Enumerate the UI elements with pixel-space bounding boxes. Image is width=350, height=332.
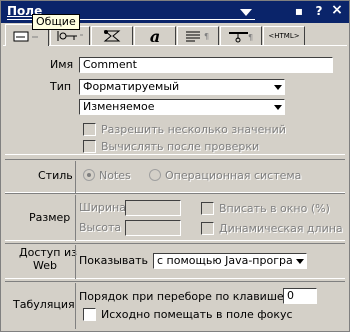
web-access-label-web: Web [33,259,57,272]
advanced-icon [103,30,121,42]
properties-window: Поле ▪ ? × Общие a ¶ ¶ <HTML> Имя Commen… [0,0,350,332]
help-button[interactable]: ? [313,4,325,20]
compute-after-checkbox[interactable] [83,140,96,153]
tab-advanced[interactable] [91,26,133,45]
height-label: Высота [79,221,122,234]
dynamic-length-checkbox[interactable] [201,222,214,235]
tab-html-label: <HTML> [268,32,300,40]
tab-order-label: Порядок при переборе по клавише Tab [79,290,306,303]
close-button[interactable]: × [331,2,343,18]
allow-multiple-label: Разрешить несколько значений [101,123,286,136]
tab-order-input[interactable]: 0 [283,288,317,304]
object-dropdown-icon[interactable] [236,7,256,19]
editable-select-value: Изменяемое [83,100,155,113]
compute-after-label: Вычислять после проверки [101,140,260,153]
width-label: Ширина [79,201,126,214]
basics-section: Имя Comment Тип Форматируемый Изменяемое… [5,51,345,155]
restore-button[interactable]: ▪ [293,4,305,20]
paragraph-alignment-icon: ¶ [186,31,209,42]
dynamic-length-label: Динамическая длина [219,222,343,235]
svg-text:¶: ¶ [248,33,253,42]
notes-radio[interactable] [83,169,95,181]
editable-select[interactable]: Изменяемое [79,99,285,115]
height-input[interactable] [125,220,181,236]
name-input[interactable]: Comment [79,57,333,73]
allow-multiple-checkbox[interactable] [83,123,96,136]
name-label: Имя [50,58,74,71]
width-input[interactable] [125,200,181,216]
tab-hide-when[interactable]: ¶ [220,26,262,45]
tab-paragraph[interactable]: ¶ [177,26,219,45]
tab-font[interactable]: a [134,26,176,46]
size-section: Размер Ширина Высота Вписать в окно (%) … [5,193,345,241]
chevron-down-icon [293,254,306,268]
hide-when-icon: ¶ [229,32,253,43]
tabbing-section: Табуляция Порядок при переборе по клавиш… [5,281,345,329]
web-display-select[interactable]: с помощью Java-програм [153,253,307,269]
tab-html[interactable]: <HTML> [263,26,305,45]
tooltip: Общие [32,14,80,30]
show-label: Показывать [79,254,149,267]
type-select[interactable]: Форматируемый [79,79,285,95]
field-options-icon [57,31,83,41]
style-label: Стиль [38,169,73,182]
web-access-label: Доступ из [19,246,77,259]
fit-window-label: Вписать в окно (%) [219,202,330,215]
style-section: Стиль Notes Операционная система [5,159,345,193]
svg-text:¶: ¶ [204,32,209,41]
chevron-down-icon [271,80,284,94]
tabbing-label: Табуляция [13,298,75,311]
size-label: Размер [29,211,71,224]
os-radio[interactable] [149,169,161,181]
initial-focus-checkbox[interactable] [83,308,96,321]
type-select-value: Форматируемый [83,80,180,93]
fit-window-checkbox[interactable] [201,202,214,215]
notes-radio-label: Notes [99,169,131,182]
type-label: Тип [50,80,72,93]
os-radio-label: Операционная система [165,169,302,182]
initial-focus-label: Исходно помещать в поле фокус [101,308,293,321]
general-properties-icon [13,31,38,41]
web-display-select-value: с помощью Java-програм [157,254,302,267]
chevron-down-icon [271,100,284,114]
web-access-section: Доступ из Web Показывать с помощью Java-… [5,243,345,279]
